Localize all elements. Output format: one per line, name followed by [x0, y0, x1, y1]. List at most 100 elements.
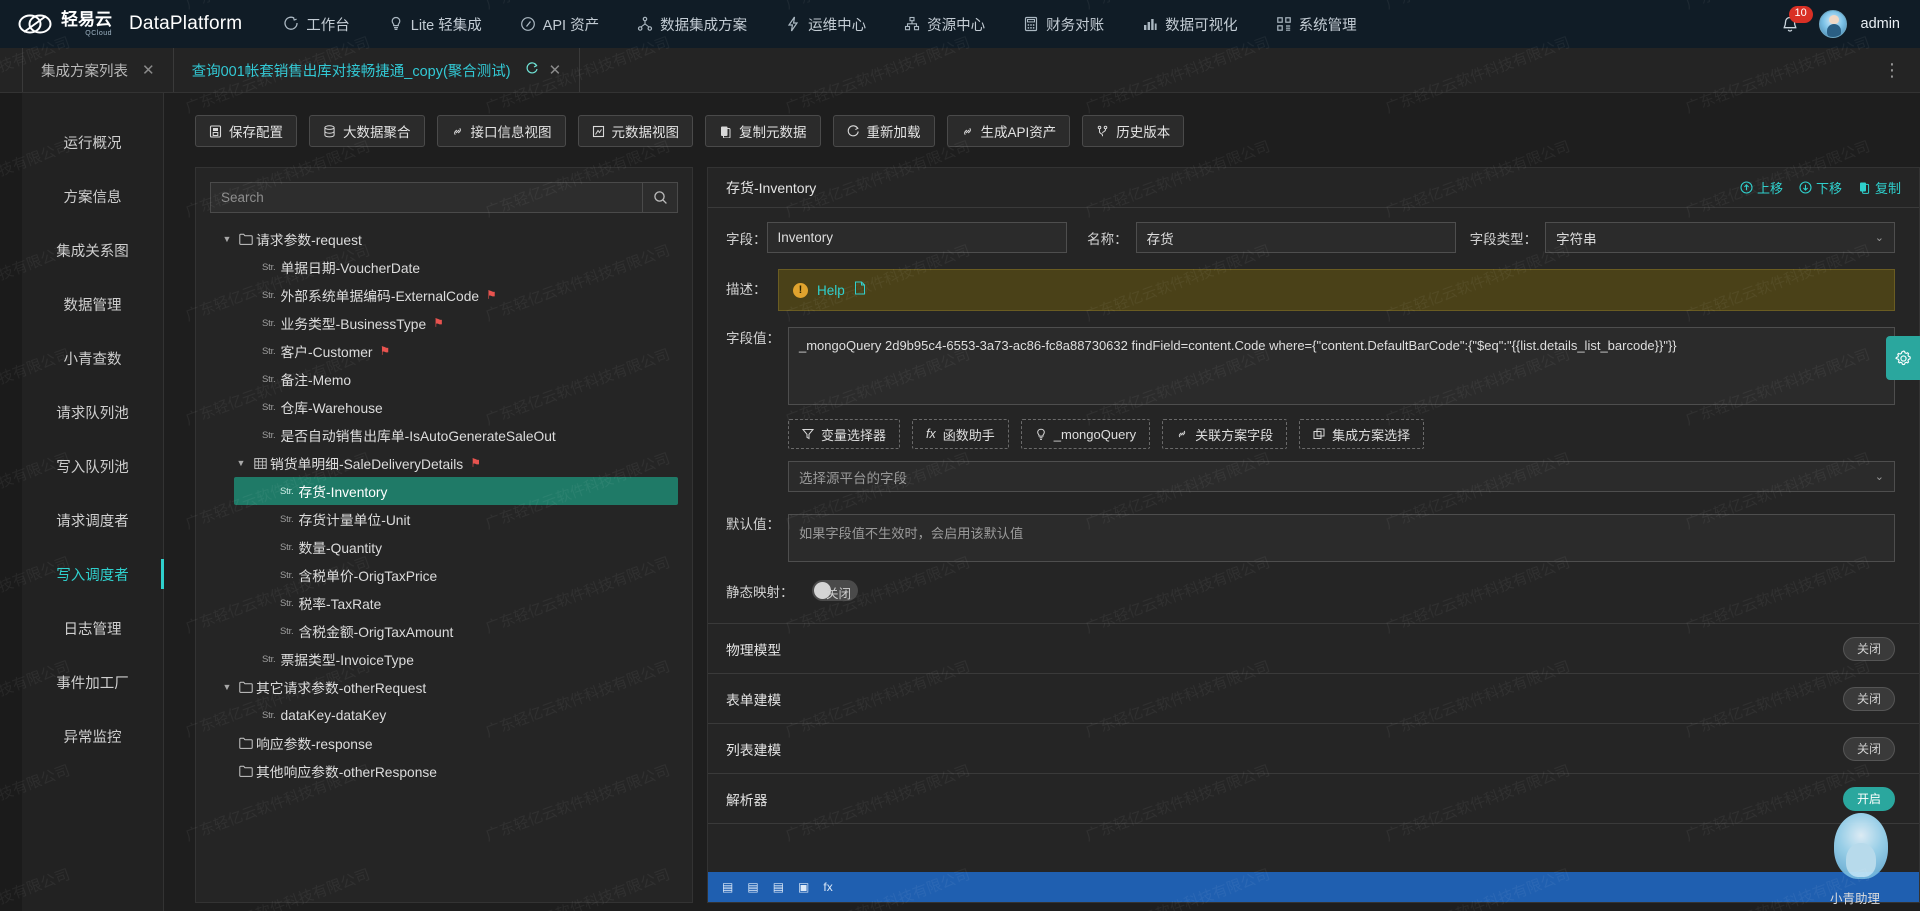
- tree-node-otherrequest[interactable]: ▼ 其它请求参数-otherRequest: [210, 673, 678, 701]
- metadata-view-button[interactable]: 元数据视图: [578, 115, 694, 147]
- generate-api-asset-button[interactable]: 生成API资产: [947, 115, 1071, 147]
- nav-item-financial-reconciliation[interactable]: 财务对账: [1004, 0, 1123, 48]
- close-icon[interactable]: ✕: [142, 61, 155, 79]
- tree-node-datakey[interactable]: ▼ Str. dataKey-dataKey: [210, 701, 678, 729]
- tree-node-businesstype[interactable]: ▼ Str. 业务类型-BusinessType ⚑: [210, 309, 678, 337]
- settings-fab-button[interactable]: [1886, 336, 1920, 380]
- section-list-modeling[interactable]: 列表建模 关闭: [708, 724, 1919, 774]
- sidebar-item-solution-info[interactable]: 方案信息: [22, 169, 163, 223]
- tree-node-voucherdate[interactable]: ▼ Str. 单据日期-VoucherDate: [210, 253, 678, 281]
- name-input[interactable]: [1136, 222, 1456, 253]
- tree-node-response[interactable]: 响应参数-response: [210, 729, 678, 757]
- tree-node-memo[interactable]: ▼ Str. 备注-Memo: [210, 365, 678, 393]
- field-type-select[interactable]: 字符串 ⌄: [1545, 222, 1895, 253]
- section-form-modeling[interactable]: 表单建模 关闭: [708, 674, 1919, 724]
- save-config-button[interactable]: 保存配置: [195, 115, 297, 147]
- chevron-down-icon[interactable]: ▼: [218, 682, 236, 692]
- function-helper-button[interactable]: fx 函数助手: [912, 419, 1009, 449]
- align-center-icon[interactable]: ▤: [747, 880, 758, 894]
- notifications-button[interactable]: 10: [1779, 9, 1805, 39]
- move-down-button[interactable]: 下移: [1799, 178, 1842, 197]
- close-icon[interactable]: ✕: [549, 61, 562, 79]
- field-input[interactable]: [767, 222, 1067, 253]
- tab-overflow-menu-icon[interactable]: ⋮: [1865, 48, 1920, 92]
- tree-node-isautogeneratesaleout[interactable]: ▼ Str. 是否自动销售出库单-IsAutoGenerateSaleOut: [210, 421, 678, 449]
- tree-node-externalcode[interactable]: ▼ Str. 外部系统单据编码-ExternalCode ⚑: [210, 281, 678, 309]
- username-label[interactable]: admin: [1861, 16, 1901, 32]
- tab-integration-solution-list[interactable]: 集成方案列表 ✕: [22, 48, 174, 92]
- mongoquery-button[interactable]: _mongoQuery: [1021, 419, 1150, 449]
- sidebar-item-request-scheduler[interactable]: 请求调度者: [22, 493, 163, 547]
- chevron-down-icon[interactable]: ▼: [232, 458, 250, 468]
- reload-button[interactable]: 重新加载: [833, 115, 935, 147]
- form-modeling-toggle[interactable]: 关闭: [1843, 687, 1895, 711]
- section-parser[interactable]: 解析器 开启: [708, 774, 1919, 824]
- variable-selector-button[interactable]: 变量选择器: [788, 419, 900, 449]
- brand-logo[interactable]: 轻易云 QCloud DataPlatform: [0, 9, 242, 39]
- nav-item-workbench[interactable]: 工作台: [264, 0, 369, 48]
- move-up-button[interactable]: 上移: [1740, 178, 1783, 197]
- sidebar-item-request-queue-pool[interactable]: 请求队列池: [22, 385, 163, 439]
- document-icon[interactable]: [854, 281, 866, 300]
- tree-node-quantity[interactable]: Str. 数量-Quantity: [210, 533, 678, 561]
- nav-item-data-visualization[interactable]: 数据可视化: [1123, 0, 1257, 48]
- tree-node-inventory[interactable]: Str. 存货-Inventory: [234, 477, 678, 505]
- physical-model-toggle[interactable]: 关闭: [1843, 637, 1895, 661]
- sidebar-item-run-overview[interactable]: 运行概况: [22, 115, 163, 169]
- sidebar-item-log-management[interactable]: 日志管理: [22, 601, 163, 655]
- tree-node-label: 销货单明细-SaleDeliveryDetails: [270, 453, 463, 473]
- nav-item-api-assets[interactable]: API 资产: [501, 0, 618, 48]
- copy-metadata-button[interactable]: 复制元数据: [705, 115, 821, 147]
- parser-toggle[interactable]: 开启: [1843, 787, 1895, 811]
- default-value-textarea[interactable]: 如果字段值不生效时，会启用该默认值: [788, 514, 1895, 562]
- avatar[interactable]: [1819, 10, 1847, 38]
- refresh-icon[interactable]: [525, 62, 539, 79]
- nav-item-data-integration-solution[interactable]: 数据集成方案: [618, 0, 766, 48]
- sidebar-item-write-queue-pool[interactable]: 写入队列池: [22, 439, 163, 493]
- tree-node-otherresponse[interactable]: 其他响应参数-otherResponse: [210, 757, 678, 785]
- tree-node-invoicetype[interactable]: ▼ Str. 票据类型-InvoiceType: [210, 645, 678, 673]
- list-modeling-toggle[interactable]: 关闭: [1843, 737, 1895, 761]
- function-icon[interactable]: fx: [823, 880, 832, 894]
- sidebar-item-xiaoqing-query[interactable]: 小青查数: [22, 331, 163, 385]
- tree-node-taxrate[interactable]: Str. 税率-TaxRate: [210, 589, 678, 617]
- copy-field-button[interactable]: 复制: [1858, 178, 1901, 197]
- tree-node-saledeliverydetails[interactable]: ▼ 销货单明细-SaleDeliveryDetails ⚑: [210, 449, 678, 477]
- tree-node-origtaxprice[interactable]: Str. 含税单价-OrigTaxPrice: [210, 561, 678, 589]
- search-input[interactable]: [210, 182, 642, 213]
- sidebar-item-exception-monitor[interactable]: 异常监控: [22, 709, 163, 763]
- folder-icon: [236, 233, 256, 245]
- related-solution-field-button[interactable]: 关联方案字段: [1162, 419, 1287, 449]
- search-button[interactable]: [642, 182, 678, 213]
- tree-node-request[interactable]: ▼ 请求参数-request: [210, 225, 678, 253]
- align-left-icon[interactable]: ▤: [722, 880, 733, 894]
- list-icon[interactable]: ▤: [773, 880, 784, 894]
- tree-node-unit[interactable]: Str. 存货计量单位-Unit: [210, 505, 678, 533]
- sidebar-item-write-scheduler[interactable]: 写入调度者: [22, 547, 163, 601]
- section-physical-model[interactable]: 物理模型 关闭: [708, 624, 1919, 674]
- help-link[interactable]: Help: [817, 283, 845, 298]
- tree-node-customer[interactable]: ▼ Str. 客户-Customer ⚑: [210, 337, 678, 365]
- chevron-down-icon[interactable]: ▼: [218, 234, 236, 244]
- nav-item-label: 运维中心: [808, 14, 866, 35]
- source-platform-field-select[interactable]: 选择源平台的字段 ⌄: [788, 461, 1895, 492]
- integration-solution-select-button[interactable]: 集成方案选择: [1299, 419, 1424, 449]
- field-value-textarea[interactable]: _mongoQuery 2d9b95c4-6553-3a73-ac86-fc8a…: [788, 327, 1895, 405]
- editor-toolbar-strip[interactable]: ▤ ▤ ▤ ▣ fx: [708, 872, 1919, 902]
- history-version-button[interactable]: 历史版本: [1082, 115, 1184, 147]
- tree-node-warehouse[interactable]: ▼ Str. 仓库-Warehouse: [210, 393, 678, 421]
- bigdata-aggregate-button[interactable]: 大数据聚合: [309, 115, 425, 147]
- nav-item-system-management[interactable]: 系统管理: [1257, 0, 1376, 48]
- interface-info-view-button[interactable]: 接口信息视图: [437, 115, 566, 147]
- static-mapping-toggle[interactable]: 关闭: [812, 580, 858, 601]
- tree-node-origtaxamount[interactable]: Str. 含税金额-OrigTaxAmount: [210, 617, 678, 645]
- paste-icon[interactable]: ▣: [798, 880, 809, 894]
- tab-query001-sales-outbound[interactable]: 查询001帐套销售出库对接畅捷通_copy(聚合测试) ✕: [174, 48, 581, 92]
- sidebar-item-integration-diagram[interactable]: 集成关系图: [22, 223, 163, 277]
- sidebar-item-event-factory[interactable]: 事件加工厂: [22, 655, 163, 709]
- nav-item-lite-integration[interactable]: Lite 轻集成: [369, 0, 501, 48]
- compass-icon: [520, 16, 536, 32]
- nav-item-ops-center[interactable]: 运维中心: [766, 0, 885, 48]
- nav-item-resource-center[interactable]: 资源中心: [885, 0, 1004, 48]
- sidebar-item-data-management[interactable]: 数据管理: [22, 277, 163, 331]
